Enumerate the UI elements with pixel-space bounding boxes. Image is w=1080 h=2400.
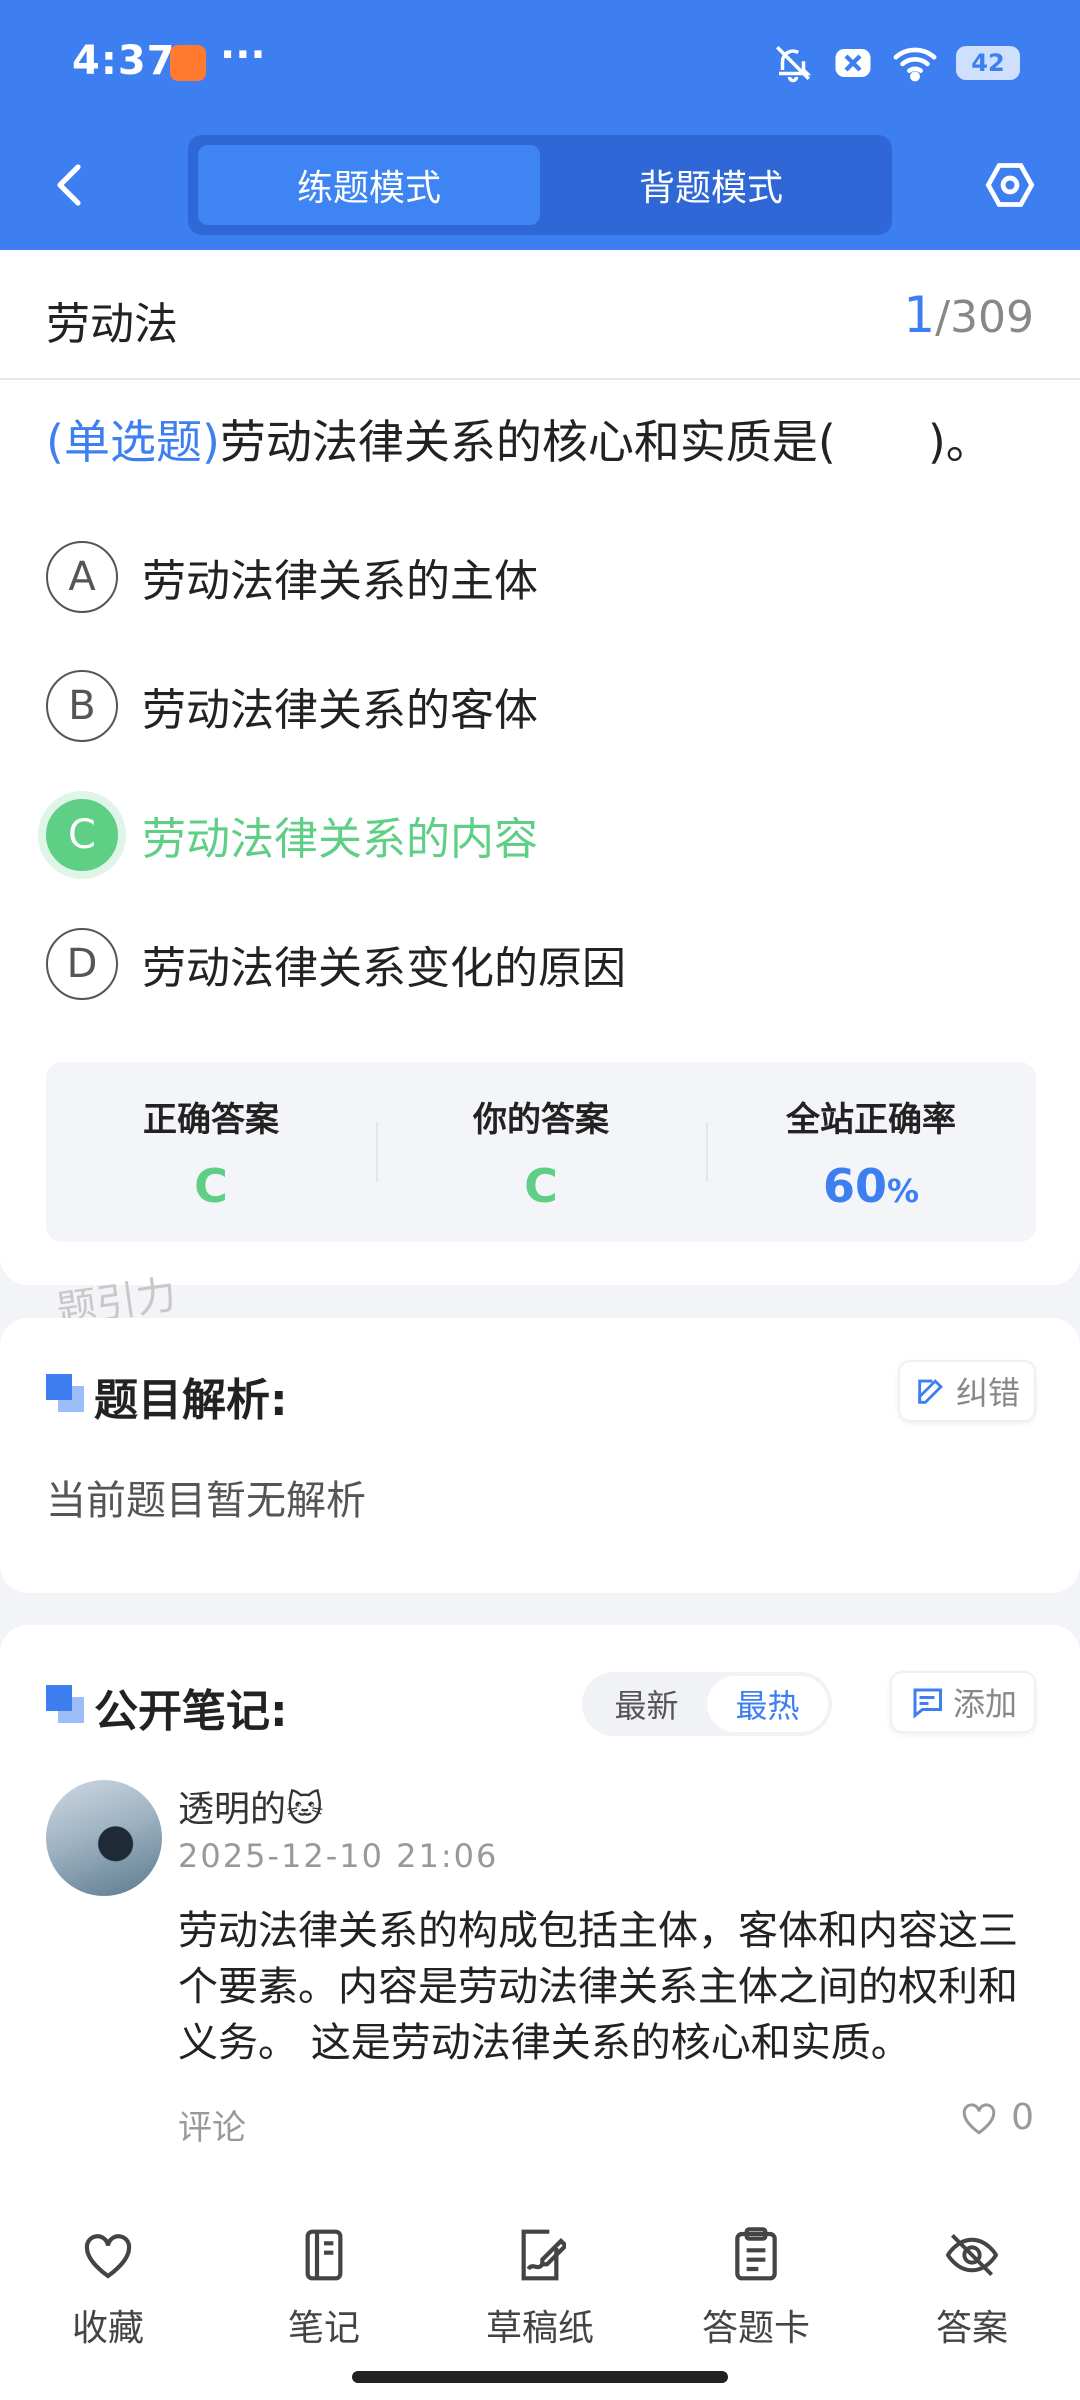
back-button[interactable] bbox=[40, 155, 100, 215]
analysis-body: 当前题目暂无解析 bbox=[46, 1478, 366, 1524]
stat-value: C bbox=[524, 1158, 558, 1213]
like-button[interactable]: 0 bbox=[959, 2097, 1034, 2138]
question-text: (单选题)劳动法律关系的核心和实质是( )。 bbox=[46, 410, 1036, 474]
analysis-card: 题目解析: 纠错 当前题目暂无解析 bbox=[0, 1318, 1080, 1593]
tab-label: 草稿纸 bbox=[485, 2308, 594, 2349]
question-card: 劳动法 1/309 (单选题)劳动法律关系的核心和实质是( )。 A 劳动法律关… bbox=[0, 250, 1080, 1285]
heart-icon bbox=[78, 2225, 138, 2285]
header: 4:37 ··· 42 练题模式 背题模式 bbox=[0, 0, 1080, 250]
option-letter: B bbox=[46, 670, 118, 742]
bottom-toolbar: 收藏 笔记 草稿纸 答题卡 答案 bbox=[0, 2165, 1080, 2400]
report-label: 纠错 bbox=[955, 1374, 1020, 1412]
option-c[interactable]: C 劳动法律关系的内容 bbox=[46, 795, 1026, 875]
notes-title: 公开笔记: bbox=[94, 1686, 288, 1737]
answer-sheet-button[interactable]: 答题卡 bbox=[666, 2225, 846, 2351]
eye-off-icon bbox=[942, 2225, 1002, 2285]
status-icons: 42 bbox=[772, 42, 1020, 84]
wifi-icon bbox=[892, 43, 938, 83]
draft-paper-button[interactable]: 草稿纸 bbox=[450, 2225, 630, 2351]
status-time: 4:37 bbox=[72, 38, 176, 84]
home-indicator[interactable] bbox=[352, 2371, 728, 2383]
stat-label: 你的答案 bbox=[473, 1099, 609, 1140]
add-note-button[interactable]: 添加 bbox=[890, 1671, 1036, 1733]
option-text: 劳动法律关系的客体 bbox=[142, 685, 538, 736]
app-notification-icon bbox=[170, 45, 206, 81]
heart-icon bbox=[962, 2102, 996, 2134]
option-text: 劳动法律关系的主体 bbox=[142, 556, 538, 607]
bell-muted-icon bbox=[772, 42, 814, 84]
status-bar: 4:37 ··· 42 bbox=[0, 0, 1080, 125]
current-index: 1 bbox=[903, 286, 936, 344]
report-error-button[interactable]: 纠错 bbox=[898, 1360, 1036, 1422]
option-a[interactable]: A 劳动法律关系的主体 bbox=[46, 537, 1026, 617]
chevron-left-icon bbox=[57, 164, 81, 206]
avatar[interactable] bbox=[46, 1780, 162, 1896]
like-count: 0 bbox=[1011, 2097, 1034, 2138]
draft-paper-icon bbox=[510, 2225, 570, 2285]
mode-switch: 练题模式 背题模式 bbox=[188, 135, 892, 235]
tab-label: 答题卡 bbox=[701, 2308, 810, 2349]
answer-stats: 正确答案 C 你的答案 C 全站正确率 60% bbox=[46, 1062, 1036, 1242]
option-d[interactable]: D 劳动法律关系变化的原因 bbox=[46, 924, 1026, 1004]
total-count: /309 bbox=[935, 292, 1034, 343]
section-square-icon bbox=[46, 1685, 84, 1723]
favorite-button[interactable]: 收藏 bbox=[18, 2225, 198, 2351]
question-stem: 劳动法律关系的核心和实质是( )。 bbox=[219, 415, 992, 469]
tab-practice-mode[interactable]: 练题模式 bbox=[198, 145, 540, 225]
notes-button[interactable]: 笔记 bbox=[234, 2225, 414, 2351]
comment-icon bbox=[913, 1688, 942, 1719]
x-box-icon bbox=[832, 42, 874, 84]
notes-sort-toggle: 最新 最热 bbox=[582, 1672, 832, 1736]
question-progress: 1/309 bbox=[903, 286, 1034, 344]
battery-icon: 42 bbox=[956, 46, 1020, 80]
option-b[interactable]: B 劳动法律关系的客体 bbox=[46, 666, 1026, 746]
show-answer-button[interactable]: 答案 bbox=[882, 2225, 1062, 2351]
question-type: (单选题) bbox=[46, 415, 220, 469]
rate-unit: % bbox=[886, 1171, 920, 1210]
tab-memorize-mode[interactable]: 背题模式 bbox=[540, 145, 882, 225]
notes-card: 公开笔记: 最新 最热 添加 透明的🐱 2025-12-10 21:06 劳动法… bbox=[0, 1625, 1080, 2165]
stat-value: C bbox=[194, 1158, 228, 1213]
analysis-title: 题目解析: bbox=[94, 1375, 288, 1426]
your-answer-stat: 你的答案 C bbox=[376, 1062, 706, 1242]
sort-hottest[interactable]: 最热 bbox=[707, 1676, 828, 1732]
tab-label: 答案 bbox=[935, 2308, 1008, 2349]
question-header: 劳动法 1/309 bbox=[0, 250, 1080, 380]
navbar: 练题模式 背题模式 bbox=[0, 135, 1080, 235]
edit-icon bbox=[918, 1379, 943, 1404]
stat-label: 全站正确率 bbox=[786, 1099, 956, 1140]
section-square-icon bbox=[46, 1374, 84, 1412]
add-label: 添加 bbox=[952, 1685, 1017, 1723]
comment-link[interactable]: 评论 bbox=[178, 2100, 246, 2149]
stat-value: 60% bbox=[823, 1159, 919, 1213]
notebook-icon bbox=[294, 2225, 354, 2285]
sort-latest[interactable]: 最新 bbox=[586, 1676, 707, 1732]
section-title: 劳动法 bbox=[46, 299, 178, 350]
correct-answer-stat: 正确答案 C bbox=[46, 1062, 376, 1242]
accuracy-rate-stat: 全站正确率 60% bbox=[706, 1062, 1036, 1242]
option-letter: A bbox=[46, 541, 118, 613]
note-username[interactable]: 透明的🐱 bbox=[178, 1780, 324, 1832]
option-letter: C bbox=[46, 799, 118, 871]
status-more: ··· bbox=[220, 32, 266, 78]
note-timestamp: 2025-12-10 21:06 bbox=[178, 1837, 499, 1875]
option-letter: D bbox=[46, 928, 118, 1000]
rate-number: 60 bbox=[822, 1158, 887, 1213]
option-text: 劳动法律关系的内容 bbox=[142, 814, 538, 865]
tab-label: 收藏 bbox=[71, 2308, 144, 2349]
stat-label: 正确答案 bbox=[143, 1099, 279, 1140]
tab-label: 笔记 bbox=[287, 2308, 360, 2349]
note-content: 劳动法律关系的构成包括主体，客体和内容这三个要素。内容是劳动法律关系主体之间的权… bbox=[178, 1908, 1018, 2066]
option-text: 劳动法律关系变化的原因 bbox=[142, 943, 626, 994]
answer-sheet-icon bbox=[726, 2225, 786, 2285]
settings-hexagon-icon bbox=[985, 163, 1035, 207]
settings-button[interactable] bbox=[980, 155, 1040, 215]
